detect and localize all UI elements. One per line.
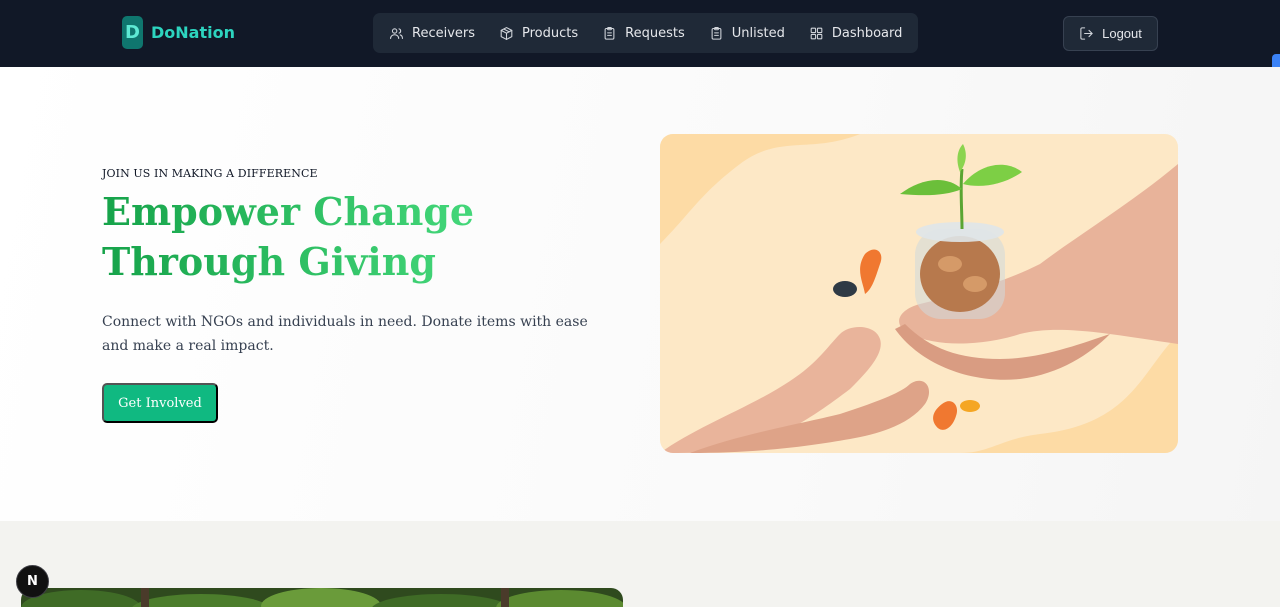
forest-illustration [21, 588, 623, 607]
donation-illustration [660, 134, 1178, 453]
nav-item-receivers[interactable]: Receivers [379, 18, 485, 48]
logout-label: Logout [1102, 26, 1142, 41]
clipboard-icon [711, 26, 722, 40]
hero-headline-line2: Through Giving [102, 237, 522, 287]
nav-item-label: Dashboard [831, 25, 903, 41]
forest-image [21, 588, 623, 607]
dev-tools-badge[interactable]: N [16, 565, 49, 598]
hero-eyebrow: JOIN US IN MAKING A DIFFERENCE [102, 167, 318, 180]
nav-item-unlisted[interactable]: Unlisted [699, 18, 795, 48]
top-navbar: D DoNation Receivers Products Requests U… [0, 0, 1280, 67]
logo-mark: D [122, 16, 143, 49]
nav-item-label: Products [522, 25, 579, 41]
nav-item-requests[interactable]: Requests [592, 18, 695, 48]
main-nav: Receivers Products Requests Unlisted Das… [373, 13, 918, 53]
nav-item-dashboard[interactable]: Dashboard [799, 18, 913, 48]
nav-item-label: Requests [625, 25, 685, 41]
nav-item-products[interactable]: Products [489, 18, 588, 48]
hero-subtext: Connect with NGOs and individuals in nee… [102, 314, 588, 354]
get-involved-button[interactable]: Get Involved [102, 383, 218, 423]
brand-name: DoNation [151, 23, 235, 42]
clipboard-icon [604, 26, 615, 40]
nav-item-label: Unlisted [731, 25, 785, 41]
nav-item-label: Receivers [412, 25, 476, 41]
logout-button[interactable]: Logout [1063, 16, 1158, 51]
hero-section: JOIN US IN MAKING A DIFFERENCE Empower C… [0, 67, 1280, 521]
log-out-icon [1080, 27, 1093, 40]
package-icon [500, 26, 513, 40]
hero-headline-line1: Empower Change [102, 187, 522, 237]
hero-headline: Empower Change Through Giving [102, 187, 522, 287]
users-icon [390, 27, 403, 39]
brand-logo[interactable]: D DoNation [122, 16, 235, 49]
second-section [0, 521, 1280, 607]
grid-icon [810, 27, 823, 39]
hero-image [660, 134, 1178, 453]
